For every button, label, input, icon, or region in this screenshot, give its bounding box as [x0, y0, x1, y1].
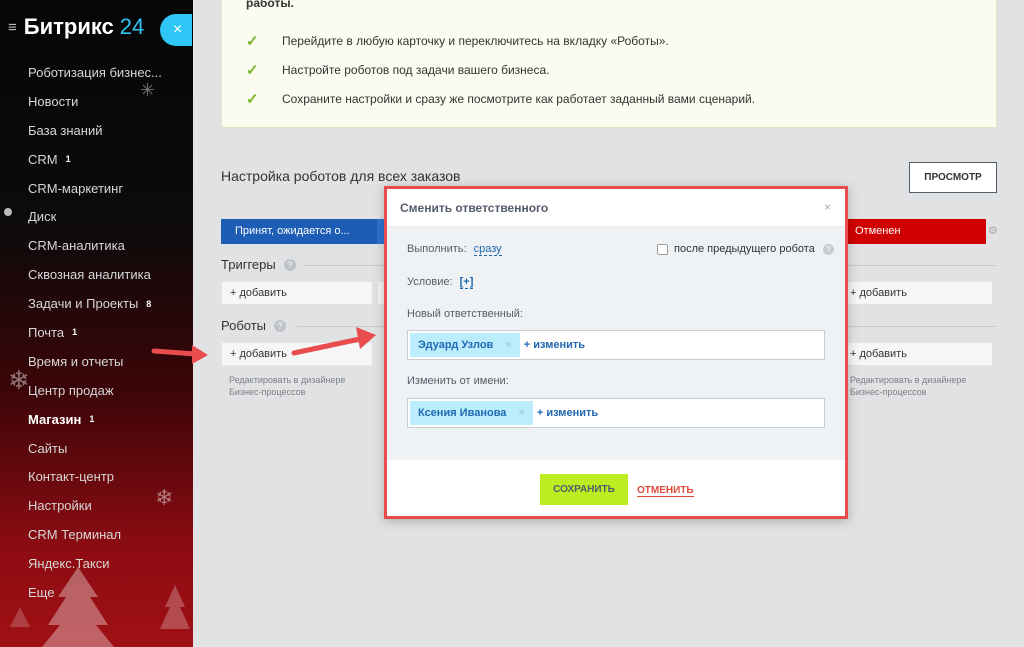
stage-accepted[interactable]: Принят, ожидается о...: [221, 219, 377, 244]
sidebar-item[interactable]: Роботизация бизнес...: [28, 58, 188, 87]
logo[interactable]: ≡ Битрикс 24: [8, 14, 144, 40]
change-responsible-dialog: Сменить ответственного × Выполнить: сраз…: [384, 186, 848, 519]
tips-box: работы. ✓ Перейдите в любую карточку и п…: [221, 0, 997, 128]
triggers-heading: Триггеры ?: [221, 257, 296, 272]
sidebar-item[interactable]: Задачи и Проекты 8: [28, 289, 188, 318]
check-icon: ✓: [246, 33, 259, 50]
snowflake-icon: ❄: [155, 485, 174, 510]
dialog-title: Сменить ответственного: [400, 201, 549, 215]
run-mode-link[interactable]: сразу: [473, 243, 502, 256]
logo-number: 24: [119, 14, 145, 39]
preview-button[interactable]: ПРОСМОТР: [909, 162, 997, 193]
user-tag[interactable]: Эдуард Узлов ×: [410, 333, 520, 357]
sidebar-item[interactable]: CRM-аналитика: [28, 231, 188, 260]
sidebar-item[interactable]: CRM 1: [28, 145, 188, 174]
after-previous-checkbox[interactable]: после предыдущего робота ?: [657, 243, 834, 255]
new-responsible-label: Новый ответственный:: [407, 308, 523, 320]
counter-badge: 8: [146, 298, 152, 309]
dialog-footer: СОХРАНИТЬ ОТМЕНИТЬ: [387, 460, 845, 516]
condition-row: Условие: [+]: [407, 276, 474, 289]
dialog-header: Сменить ответственного ×: [387, 189, 845, 227]
gear-icon[interactable]: ⚙: [988, 224, 998, 237]
change-from-label: Изменить от имени:: [407, 375, 509, 387]
remove-icon[interactable]: ×: [505, 333, 511, 357]
snowflake-icon: ✳: [140, 80, 156, 100]
sidebar-item[interactable]: CRM-маркетинг: [28, 174, 188, 203]
counter-badge: 1: [89, 414, 95, 425]
sidebar-item[interactable]: Магазин 1: [28, 405, 188, 434]
robots-heading: Роботы ?: [221, 318, 287, 333]
change-from-field[interactable]: Ксения Иванова × + изменить: [407, 398, 825, 428]
stage-cancelled[interactable]: Отменен: [841, 219, 986, 244]
help-icon[interactable]: ?: [274, 319, 287, 332]
sidebar: ≡ Битрикс 24 × Роботизация бизнес... Ново…: [0, 0, 193, 647]
arrow-annotation-icon: [291, 327, 376, 356]
check-icon: ✓: [246, 62, 259, 79]
new-responsible-field[interactable]: Эдуард Узлов × + изменить: [407, 330, 825, 360]
help-icon[interactable]: ?: [822, 243, 834, 255]
change-link[interactable]: + изменить: [524, 339, 585, 351]
help-icon[interactable]: ?: [283, 258, 296, 271]
close-panel-button[interactable]: ×: [160, 14, 192, 46]
logo-text: Битрикс: [23, 14, 114, 39]
tips-title: работы.: [246, 0, 294, 10]
tip-item: ✓ Настройте роботов под задачи вашего би…: [246, 62, 550, 79]
snowflake-icon: ❄: [8, 365, 30, 395]
sidebar-item[interactable]: Новости: [28, 87, 188, 116]
tip-item: ✓ Сохраните настройки и сразу же посмотр…: [246, 91, 756, 108]
add-trigger-button[interactable]: + добавить: [841, 281, 993, 305]
sidebar-item[interactable]: Центр продаж: [28, 376, 188, 405]
counter-badge: 1: [72, 327, 78, 338]
add-condition-link[interactable]: [+]: [459, 276, 474, 289]
change-link[interactable]: + изменить: [537, 407, 598, 419]
tip-item: ✓ Перейдите в любую карточку и переключи…: [246, 33, 669, 50]
counter-badge: 1: [65, 154, 71, 165]
arrow-annotation-icon: [151, 345, 208, 364]
add-trigger-button[interactable]: + добавить: [221, 281, 373, 305]
sidebar-item[interactable]: Сайты: [28, 434, 188, 463]
run-row: Выполнить: сразу: [407, 243, 502, 256]
save-button[interactable]: СОХРАНИТЬ: [540, 474, 628, 505]
check-icon: ✓: [246, 91, 259, 108]
bp-designer-link[interactable]: Редактировать в дизайнере Бизнес-процесс…: [850, 374, 966, 398]
sidebar-item[interactable]: Диск: [28, 202, 188, 231]
dialog-body: Выполнить: сразу после предыдущего робот…: [387, 227, 845, 460]
menu-icon[interactable]: ≡: [8, 19, 17, 36]
bp-designer-link[interactable]: Редактировать в дизайнере Бизнес-процесс…: [229, 374, 345, 398]
christmas-tree-decoration: [10, 567, 190, 647]
sidebar-item[interactable]: CRM Терминал: [28, 520, 188, 549]
cancel-button[interactable]: ОТМЕНИТЬ: [637, 485, 694, 497]
sidebar-item[interactable]: Сквозная аналитика: [28, 260, 188, 289]
add-robot-button[interactable]: + добавить: [841, 342, 993, 366]
user-tag[interactable]: Ксения Иванова ×: [410, 401, 533, 425]
remove-icon[interactable]: ×: [518, 401, 524, 425]
section-title: Настройка роботов для всех заказов: [221, 168, 461, 184]
checkbox-icon[interactable]: [657, 243, 668, 255]
sidebar-menu: Роботизация бизнес... Новости База знаний C…: [28, 58, 188, 607]
sidebar-item[interactable]: База знаний: [28, 116, 188, 145]
close-icon[interactable]: ×: [824, 200, 831, 214]
active-indicator: [4, 208, 12, 216]
